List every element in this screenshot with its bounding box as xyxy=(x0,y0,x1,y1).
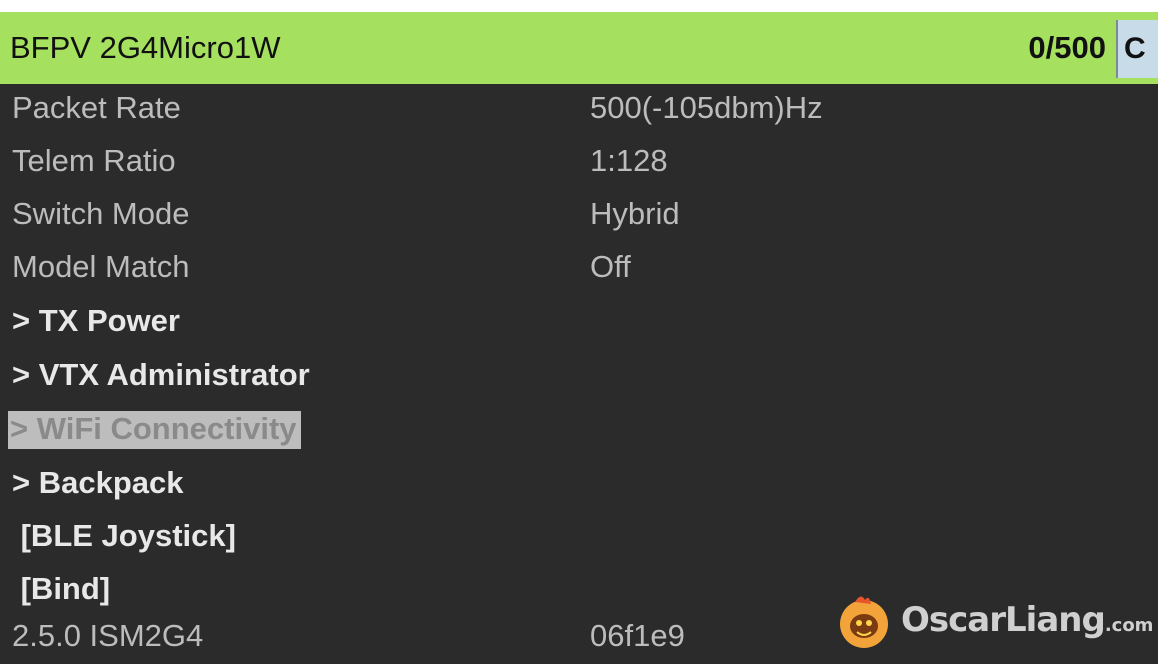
packet-rate-value[interactable]: 500(-105dbm)Hz xyxy=(590,90,823,126)
firmware-hash: 06f1e9 xyxy=(590,618,685,653)
switch-mode-label: Switch Mode xyxy=(12,196,190,231)
wifi-connectivity-label: > WiFi Connectivity xyxy=(8,411,301,449)
switch-mode-value[interactable]: Hybrid xyxy=(590,196,680,232)
menu-item-vtx-administrator[interactable]: > VTX Administrator xyxy=(0,351,1158,403)
telem-ratio-label: Telem Ratio xyxy=(12,143,176,178)
model-match-value[interactable]: Off xyxy=(590,249,631,285)
firmware-version: 2.5.0 ISM2G4 xyxy=(12,618,204,653)
telem-ratio-value[interactable]: 1:128 xyxy=(590,143,668,179)
row-switch-mode[interactable]: Switch Mode Hybrid xyxy=(0,190,1158,242)
header-bar: BFPV 2G4Micro1W 0/500 C xyxy=(0,12,1158,84)
row-telem-ratio[interactable]: Telem Ratio 1:128 xyxy=(0,137,1158,189)
packet-counter: 0/500 xyxy=(1028,30,1106,65)
model-match-label: Model Match xyxy=(12,249,190,284)
menu-item-wifi-connectivity[interactable]: > WiFi Connectivity xyxy=(0,405,1158,457)
menu-item-backpack[interactable]: > Backpack xyxy=(0,459,1158,511)
watermark-suffix: .com xyxy=(1104,615,1154,636)
row-packet-rate[interactable]: Packet Rate 500(-105dbm)Hz xyxy=(0,84,1158,136)
menu-item-tx-power[interactable]: > TX Power xyxy=(0,297,1158,349)
vtx-administrator-label: > VTX Administrator xyxy=(12,357,310,392)
command-ble-joystick[interactable]: [BLE Joystick] xyxy=(0,512,1158,564)
bind-label: [Bind] xyxy=(12,571,111,606)
corner-button[interactable]: C xyxy=(1116,20,1158,78)
backpack-label: > Backpack xyxy=(12,465,184,500)
dragon-logo-icon xyxy=(840,596,888,648)
watermark: OscarLiang.com xyxy=(835,584,1155,654)
row-model-match[interactable]: Model Match Off xyxy=(0,243,1158,295)
lua-script-screen: BFPV 2G4Micro1W 0/500 C Packet Rate 500(… xyxy=(0,12,1158,664)
packet-rate-label: Packet Rate xyxy=(12,90,181,125)
ble-joystick-label: [BLE Joystick] xyxy=(12,518,236,553)
watermark-brand: OscarLiang xyxy=(901,600,1106,640)
device-title: BFPV 2G4Micro1W xyxy=(10,30,281,65)
watermark-text: OscarLiang.com xyxy=(901,600,1153,640)
tx-power-label: > TX Power xyxy=(12,303,180,338)
